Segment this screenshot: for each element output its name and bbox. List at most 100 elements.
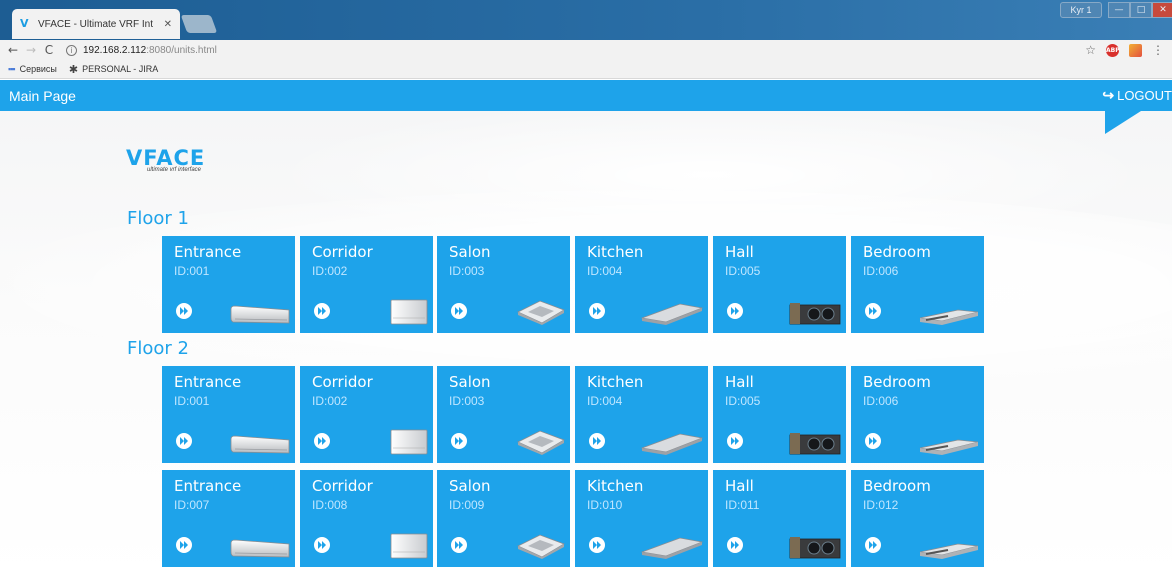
unit-id: ID:010 — [587, 498, 623, 512]
header-tail-decoration — [1105, 111, 1141, 134]
open-unit-arrow-icon[interactable] — [451, 537, 467, 553]
unit-tile-corridor[interactable]: Corridor ID:002 — [300, 366, 433, 463]
open-unit-arrow-icon[interactable] — [727, 433, 743, 449]
unit-id: ID:003 — [449, 394, 485, 408]
open-unit-arrow-icon[interactable] — [865, 433, 881, 449]
browser-menu-icon[interactable]: ⋮ — [1152, 43, 1164, 57]
browser-tab[interactable]: V VFACE - Ultimate VRF Int ✕ — [12, 9, 180, 39]
fan-coil-unit-icon — [788, 534, 842, 564]
unit-name: Kitchen — [587, 373, 644, 391]
unit-name: Salon — [449, 243, 491, 261]
unit-id: ID:001 — [174, 394, 210, 408]
unit-tile-hall[interactable]: Hall ID:005 — [713, 366, 846, 463]
reload-icon[interactable]: C — [40, 43, 58, 57]
unit-name: Corridor — [312, 243, 373, 261]
back-icon[interactable]: ← — [4, 43, 22, 57]
unit-tile-entrance[interactable]: Entrance ID:007 — [162, 470, 295, 567]
unit-tile-bedroom[interactable]: Bedroom ID:006 — [851, 366, 984, 463]
unit-id: ID:006 — [863, 264, 899, 278]
open-unit-arrow-icon[interactable] — [451, 433, 467, 449]
unit-tile-kitchen[interactable]: Kitchen ID:004 — [575, 236, 708, 333]
unit-tile-kitchen[interactable]: Kitchen ID:010 — [575, 470, 708, 567]
open-unit-arrow-icon[interactable] — [865, 537, 881, 553]
unit-tile-entrance[interactable]: Entrance ID:001 — [162, 366, 295, 463]
profile-button[interactable]: Kyr 1 — [1060, 2, 1102, 18]
open-unit-arrow-icon[interactable] — [589, 537, 605, 553]
unit-name: Corridor — [312, 373, 373, 391]
unit-tile-hall[interactable]: Hall ID:011 — [713, 470, 846, 567]
extension-icon[interactable] — [1129, 43, 1142, 57]
unit-tile-entrance[interactable]: Entrance ID:001 — [162, 236, 295, 333]
bookmark-jira[interactable]: ✱ PERSONAL - JIRA — [69, 63, 158, 76]
logout-button[interactable]: ↪ LOGOUT — [1102, 80, 1172, 111]
unit-name: Salon — [449, 373, 491, 391]
ceiling-unit-icon — [640, 430, 704, 460]
bookmark-star-icon[interactable]: ☆ — [1085, 43, 1096, 57]
tab-close-icon[interactable]: ✕ — [164, 19, 172, 30]
logout-icon: ↪ — [1102, 87, 1115, 103]
open-unit-arrow-icon[interactable] — [865, 303, 881, 319]
unit-tile-salon[interactable]: Salon ID:003 — [437, 236, 570, 333]
page-title[interactable]: Main Page — [9, 88, 76, 104]
page-content: Main Page ↪ LOGOUT VFACE ultimate vrf in… — [0, 80, 1172, 579]
open-unit-arrow-icon[interactable] — [314, 303, 330, 319]
unit-tile-hall[interactable]: Hall ID:005 — [713, 236, 846, 333]
tab-title: VFACE - Ultimate VRF Int — [38, 18, 154, 30]
open-unit-arrow-icon[interactable] — [176, 303, 192, 319]
app-header: Main Page ↪ LOGOUT — [0, 80, 1172, 111]
wall-split-unit-icon — [229, 304, 291, 330]
ceiling-unit-icon — [640, 300, 704, 330]
open-unit-arrow-icon[interactable] — [176, 537, 192, 553]
open-unit-arrow-icon[interactable] — [589, 433, 605, 449]
unit-id: ID:009 — [449, 498, 485, 512]
unit-tile-kitchen[interactable]: Kitchen ID:004 — [575, 366, 708, 463]
cassette-unit-icon — [514, 532, 566, 564]
adblock-extension-icon[interactable]: ABP — [1106, 43, 1120, 57]
unit-name: Corridor — [312, 477, 373, 495]
apps-grid-icon[interactable]: ▪▪▪ — [8, 64, 16, 74]
unit-id: ID:003 — [449, 264, 485, 278]
cassette-unit-icon — [514, 298, 566, 330]
unit-name: Bedroom — [863, 373, 931, 391]
console-unit-icon — [389, 428, 429, 460]
vface-favicon-icon: V — [20, 17, 29, 30]
open-unit-arrow-icon[interactable] — [451, 303, 467, 319]
unit-name: Salon — [449, 477, 491, 495]
floor-1-label: Floor 1 — [127, 208, 189, 229]
close-window-button[interactable]: ✕ — [1152, 2, 1172, 18]
unit-tile-salon[interactable]: Salon ID:003 — [437, 366, 570, 463]
open-unit-arrow-icon[interactable] — [589, 303, 605, 319]
new-tab-button[interactable] — [180, 15, 218, 33]
unit-id: ID:005 — [725, 394, 761, 408]
unit-name: Entrance — [174, 373, 242, 391]
cassette-unit-icon — [514, 428, 566, 460]
maximize-button[interactable]: □ — [1130, 2, 1152, 18]
forward-icon[interactable]: → — [22, 43, 40, 57]
unit-name: Entrance — [174, 243, 242, 261]
url-field[interactable]: i 192.168.2.112:8080/units.html — [66, 44, 217, 56]
floor-2-label: Floor 2 — [127, 338, 189, 359]
info-icon[interactable]: i — [66, 44, 77, 56]
open-unit-arrow-icon[interactable] — [314, 537, 330, 553]
unit-tile-bedroom[interactable]: Bedroom ID:006 — [851, 236, 984, 333]
open-unit-arrow-icon[interactable] — [176, 433, 192, 449]
unit-tile-salon[interactable]: Salon ID:009 — [437, 470, 570, 567]
fan-coil-unit-icon — [788, 430, 842, 460]
unit-tile-bedroom[interactable]: Bedroom ID:012 — [851, 470, 984, 567]
unit-id: ID:002 — [312, 394, 348, 408]
unit-name: Kitchen — [587, 243, 644, 261]
open-unit-arrow-icon[interactable] — [314, 433, 330, 449]
unit-id: ID:007 — [174, 498, 210, 512]
unit-tile-corridor[interactable]: Corridor ID:002 — [300, 236, 433, 333]
console-unit-icon — [389, 532, 429, 564]
open-unit-arrow-icon[interactable] — [727, 303, 743, 319]
unit-tile-corridor[interactable]: Corridor ID:008 — [300, 470, 433, 567]
console-unit-icon — [389, 298, 429, 330]
unit-id: ID:005 — [725, 264, 761, 278]
open-unit-arrow-icon[interactable] — [727, 537, 743, 553]
minimize-button[interactable]: — — [1108, 2, 1130, 18]
unit-id: ID:006 — [863, 394, 899, 408]
bookmark-services[interactable]: Сервисы — [20, 64, 57, 74]
unit-name: Bedroom — [863, 243, 931, 261]
bookmarks-bar: ▪▪▪ Сервисы ✱ PERSONAL - JIRA — [0, 60, 1172, 79]
